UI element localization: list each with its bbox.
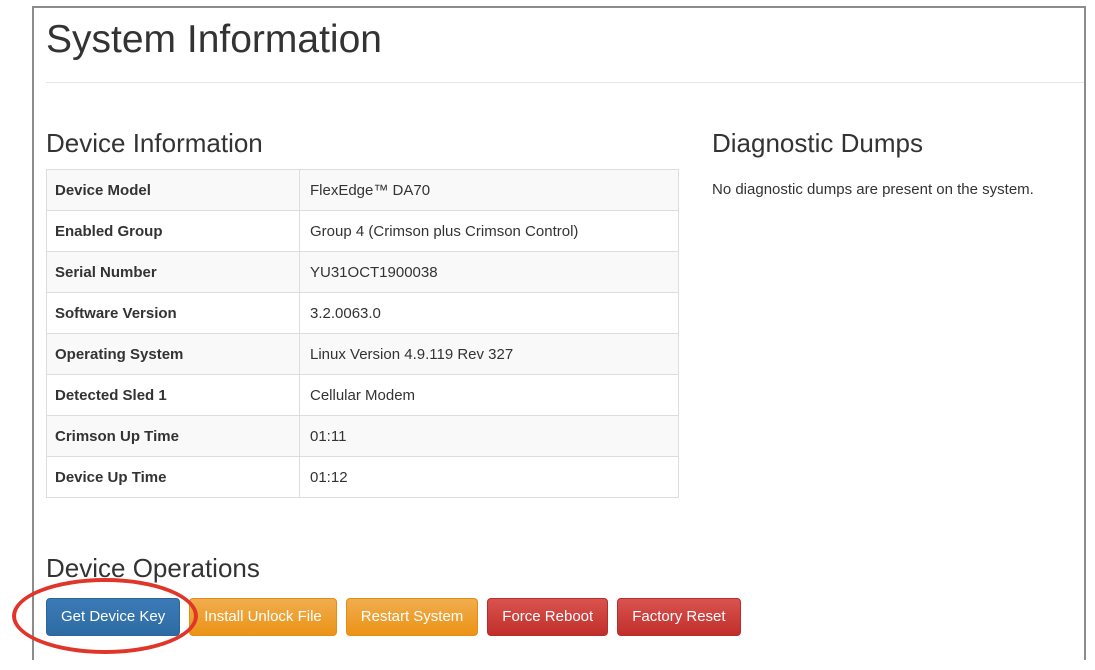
row-key-device-model: Device Model [46,169,300,211]
table-row: Crimson Up Time 01:11 [46,415,679,457]
diagnostic-dumps-message: No diagnostic dumps are present on the s… [712,181,1034,198]
row-key-detected-sled-1: Detected Sled 1 [46,374,300,416]
row-key-crimson-up-time: Crimson Up Time [46,415,300,457]
row-key-serial-number: Serial Number [46,251,300,293]
page-title: System Information [46,18,382,61]
row-value-software-version: 3.2.0063.0 [299,292,679,334]
device-information-table: Device Model FlexEdge™ DA70 Enabled Grou… [46,169,679,498]
table-row: Serial Number YU31OCT1900038 [46,251,679,293]
table-row: Detected Sled 1 Cellular Modem [46,374,679,416]
row-value-detected-sled-1: Cellular Modem [299,374,679,416]
row-value-serial-number: YU31OCT1900038 [299,251,679,293]
get-device-key-button[interactable]: Get Device Key [46,598,181,636]
install-unlock-file-button[interactable]: Install Unlock File [189,598,337,636]
row-value-device-up-time: 01:12 [299,456,679,498]
row-value-device-model: FlexEdge™ DA70 [299,169,679,211]
force-reboot-button[interactable]: Force Reboot [487,598,609,636]
title-divider [46,82,1084,83]
row-value-operating-system: Linux Version 4.9.119 Rev 327 [299,333,679,375]
row-value-enabled-group: Group 4 (Crimson plus Crimson Control) [299,210,679,252]
table-row: Software Version 3.2.0063.0 [46,292,679,334]
table-row: Device Model FlexEdge™ DA70 [46,169,679,211]
row-key-operating-system: Operating System [46,333,300,375]
restart-system-button[interactable]: Restart System [345,598,479,636]
row-key-device-up-time: Device Up Time [46,456,300,498]
factory-reset-button[interactable]: Factory Reset [617,598,741,636]
device-operations-heading: Device Operations [46,553,260,583]
table-row: Device Up Time 01:12 [46,456,679,498]
row-key-enabled-group: Enabled Group [46,210,300,252]
table-row: Enabled Group Group 4 (Crimson plus Crim… [46,210,679,252]
device-operations-toolbar: Get Device Key Install Unlock File Resta… [46,598,741,636]
system-information-panel: System Information Device Information De… [32,6,1086,660]
device-information-heading: Device Information [46,128,263,158]
row-key-software-version: Software Version [46,292,300,334]
table-row: Operating System Linux Version 4.9.119 R… [46,333,679,375]
diagnostic-dumps-heading: Diagnostic Dumps [712,128,923,158]
row-value-crimson-up-time: 01:11 [299,415,679,457]
